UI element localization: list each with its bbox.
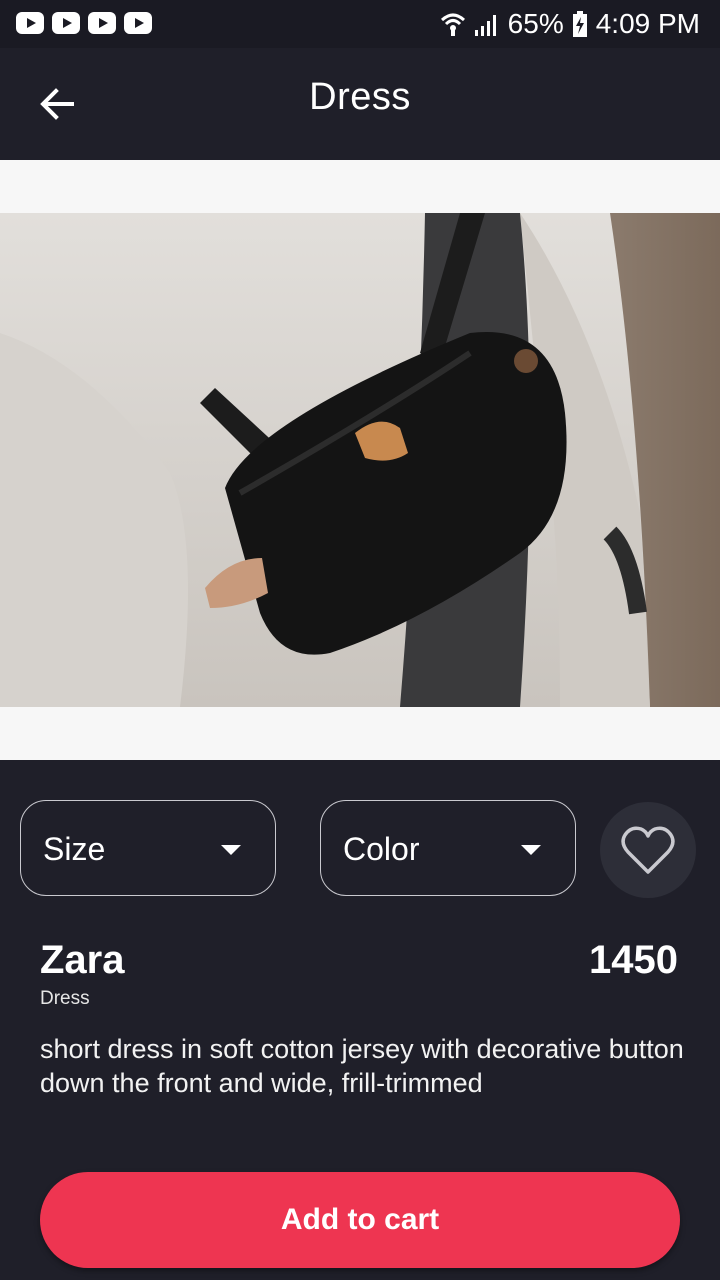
youtube-notification-icon [52, 12, 80, 34]
product-brand: Zara [40, 938, 125, 982]
clock: 4:09 PM [595, 8, 700, 39]
favorite-button[interactable] [600, 802, 696, 898]
product-price: 1450 [589, 938, 678, 982]
youtube-notification-icon [16, 12, 44, 34]
status-bar: 65% 4:09 PM [0, 0, 720, 48]
battery-percentage: 65% [507, 8, 564, 39]
chevron-down-icon [221, 845, 241, 855]
chevron-down-icon [521, 845, 541, 855]
size-dropdown-label: Size [43, 831, 106, 867]
youtube-notification-icon [124, 12, 152, 34]
youtube-notification-icon [88, 12, 116, 34]
heart-outline-icon [621, 826, 675, 874]
wifi-icon [440, 13, 465, 36]
color-dropdown-label: Color [343, 831, 420, 867]
product-image [0, 213, 720, 707]
size-dropdown[interactable]: Size [20, 800, 276, 896]
status-indicators: 65% 4:09 PM [440, 6, 700, 42]
page-title: Dress [309, 76, 411, 118]
color-dropdown[interactable]: Color [320, 800, 576, 896]
battery-charging-icon [572, 11, 587, 37]
product-description: short dress in soft cotton jersey with d… [40, 1034, 684, 1098]
product-photo [0, 213, 720, 707]
product-image-area [0, 160, 720, 760]
add-to-cart-button[interactable]: Add to cart [40, 1172, 680, 1268]
product-category: Dress [40, 988, 90, 1009]
signal-icon [474, 15, 496, 36]
product-options: Size Color [20, 800, 700, 898]
app-bar: Dress [0, 48, 720, 160]
